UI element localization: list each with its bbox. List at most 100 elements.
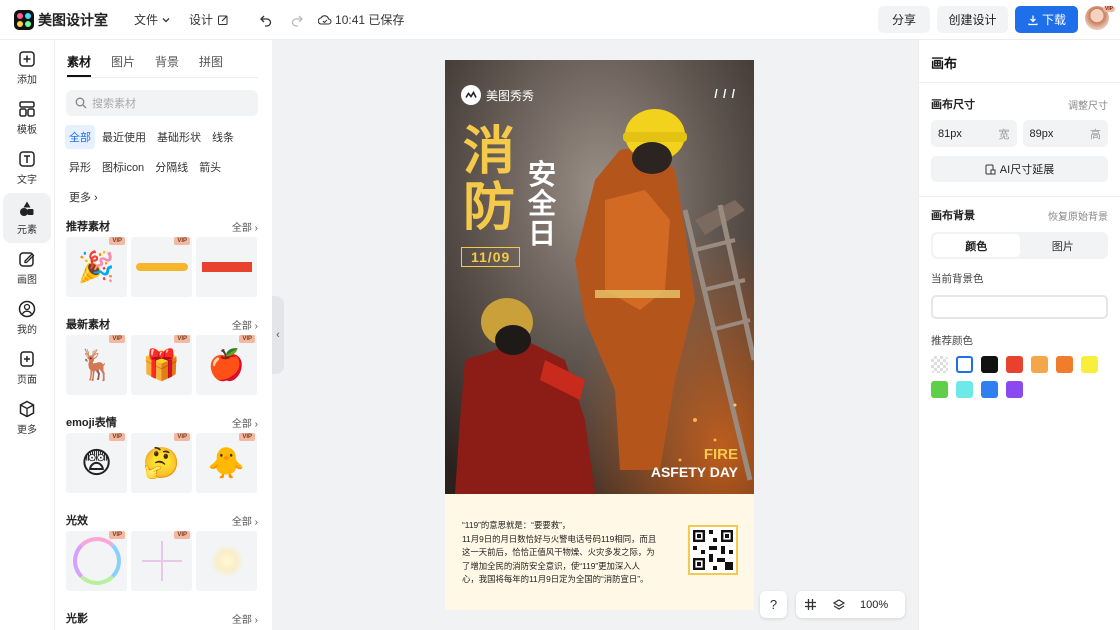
brand-name: 美图秀秀 xyxy=(486,88,535,103)
swatch-orange[interactable] xyxy=(1056,356,1073,373)
chip-basic-shapes[interactable]: 基础形状 xyxy=(153,125,205,149)
swatch-purple[interactable] xyxy=(1006,381,1023,398)
see-all-link[interactable]: 全部 › xyxy=(232,317,258,332)
rail-item-text[interactable]: 文字 xyxy=(0,143,54,193)
height-field[interactable]: 89px 高 xyxy=(1022,120,1108,147)
chevron-down-icon xyxy=(162,17,170,22)
download-button[interactable]: 下载 xyxy=(1015,6,1078,33)
see-all-link[interactable]: 全部 › xyxy=(232,219,258,234)
rail-label: 我的 xyxy=(17,325,37,336)
rail-item-elements[interactable]: 元素 xyxy=(3,193,51,243)
chip-more-label: 更多 xyxy=(69,192,91,204)
rail-item-template[interactable]: 模板 xyxy=(0,93,54,143)
current-bg-swatch[interactable] xyxy=(931,295,1108,319)
see-all-link[interactable]: 全部 › xyxy=(232,513,258,528)
search-input[interactable]: 搜索素材 xyxy=(66,90,258,116)
see-all-link[interactable]: 全部 › xyxy=(232,611,258,626)
sleigh-sticker[interactable]: 🦌 VIP xyxy=(66,335,127,395)
redo-icon[interactable] xyxy=(290,13,304,27)
design-canvas[interactable]: 美图秀秀 / / / 消 防 安 全 日 11/09 FIRE ASFETY D… xyxy=(445,60,754,610)
swatch-light-orange[interactable] xyxy=(1031,356,1048,373)
snow-globe-gift-sticker[interactable]: 🎁 VIP xyxy=(131,335,192,395)
chip-more[interactable]: 更多 › xyxy=(65,185,102,209)
tab-backgrounds[interactable]: 背景 xyxy=(155,53,179,77)
undo-icon[interactable] xyxy=(259,13,273,27)
rail-item-page[interactable]: 页面 xyxy=(0,343,54,393)
app-logo[interactable]: 美图设计室 xyxy=(14,9,108,30)
qr-code-icon xyxy=(693,530,733,570)
body-line: 11月9日的月日数恰好与火警电话号码119相同，而且 xyxy=(462,533,657,544)
rail-label: 添加 xyxy=(17,75,37,86)
canvas-toolbar: 100% xyxy=(796,591,905,618)
vip-tag: VIP xyxy=(174,531,190,539)
category-chips: 全部 最近使用 基础形状 线条 异形 图标icon 分隔线 箭头 更多 › xyxy=(65,125,264,215)
chip-lines[interactable]: 线条 xyxy=(208,125,238,149)
width-unit: 宽 xyxy=(998,128,1010,141)
layers-icon[interactable] xyxy=(832,598,846,612)
help-button[interactable]: ? xyxy=(760,591,787,618)
avatar[interactable]: VIP xyxy=(1085,6,1115,30)
width-field[interactable]: 81px 宽 xyxy=(931,120,1017,147)
chip-all[interactable]: 全部 xyxy=(65,125,95,149)
vip-tag: VIP xyxy=(174,433,190,441)
english-title: FIRE ASFETY DAY xyxy=(651,446,738,481)
rail-item-draw[interactable]: 画图 xyxy=(0,243,54,293)
swatch-yellow[interactable] xyxy=(1081,356,1098,373)
rail-item-add[interactable]: 添加 xyxy=(0,43,54,93)
tab-images[interactable]: 图片 xyxy=(111,53,135,77)
bubble-ring-effect[interactable]: VIP xyxy=(66,531,127,591)
cube-icon xyxy=(19,400,35,418)
rail-label: 元素 xyxy=(17,225,37,236)
swatch-green[interactable] xyxy=(931,381,948,398)
swatch-white[interactable] xyxy=(956,356,973,373)
swatch-blue[interactable] xyxy=(981,381,998,398)
share-button[interactable]: 分享 xyxy=(878,6,930,33)
scared-emoji[interactable]: 😨 VIP xyxy=(66,433,127,493)
chip-dividers[interactable]: 分隔线 xyxy=(151,155,192,179)
grid-icon[interactable] xyxy=(804,598,817,611)
bg-type-toggle: 颜色 图片 xyxy=(931,232,1108,259)
red-bar-shape[interactable] xyxy=(196,237,257,297)
tab-collage[interactable]: 拼图 xyxy=(199,53,223,77)
design-menu[interactable]: 设计 xyxy=(189,11,229,28)
panel-collapse-toggle[interactable]: ‹ xyxy=(272,296,284,374)
bg-tab-image[interactable]: 图片 xyxy=(1020,234,1107,257)
zoom-level[interactable]: 100% xyxy=(860,599,888,611)
ai-size-extend-button[interactable]: AI尺寸延展 xyxy=(931,156,1108,182)
star-sparkle-effect[interactable]: VIP xyxy=(131,531,192,591)
swatch-red[interactable] xyxy=(1006,356,1023,373)
restore-bg-link[interactable]: 恢复原始背景 xyxy=(1048,208,1108,223)
chip-recent[interactable]: 最近使用 xyxy=(98,125,150,149)
create-design-button[interactable]: 创建设计 xyxy=(937,6,1008,33)
bg-tab-color[interactable]: 颜色 xyxy=(933,234,1020,257)
see-all-link[interactable]: 全部 › xyxy=(232,415,258,430)
see-all-label: 全部 xyxy=(231,418,252,430)
chip-irregular[interactable]: 异形 xyxy=(65,155,95,179)
tab-materials[interactable]: 素材 xyxy=(67,53,92,77)
rail-item-mine[interactable]: 我的 xyxy=(0,293,54,343)
cloud-saved-icon xyxy=(318,14,332,25)
glow-effect[interactable] xyxy=(196,531,257,591)
swatch-cyan[interactable] xyxy=(956,381,973,398)
rail-item-more[interactable]: 更多 xyxy=(0,393,54,443)
title-char-an: 安 xyxy=(528,159,557,190)
party-popper-sticker[interactable]: 🎉 VIP xyxy=(66,237,127,297)
vip-tag: VIP xyxy=(109,335,125,343)
english-title-line1: FIRE xyxy=(703,446,738,463)
chick-emoji[interactable]: 🐥 VIP xyxy=(196,433,257,493)
title-char-quan: 全 xyxy=(528,188,557,220)
yellow-brush-stroke[interactable]: VIP xyxy=(131,237,192,297)
chip-icons[interactable]: 图标icon xyxy=(98,155,148,179)
file-menu[interactable]: 文件 xyxy=(134,11,171,28)
section-title: 光影 xyxy=(66,613,88,625)
swatch-transparent[interactable] xyxy=(931,356,948,373)
draw-icon xyxy=(19,252,35,267)
save-status-text: 10:41 已保存 xyxy=(335,13,405,27)
title-char-ri: 日 xyxy=(528,217,557,249)
chip-arrows[interactable]: 箭头 xyxy=(195,155,225,179)
swatch-black[interactable] xyxy=(981,356,998,373)
apple-sticker[interactable]: 🍎 VIP xyxy=(196,335,257,395)
file-menu-label: 文件 xyxy=(134,13,159,27)
adjust-size-link[interactable]: 调整尺寸 xyxy=(1068,97,1108,112)
thinking-emoji[interactable]: 🤔 VIP xyxy=(131,433,192,493)
